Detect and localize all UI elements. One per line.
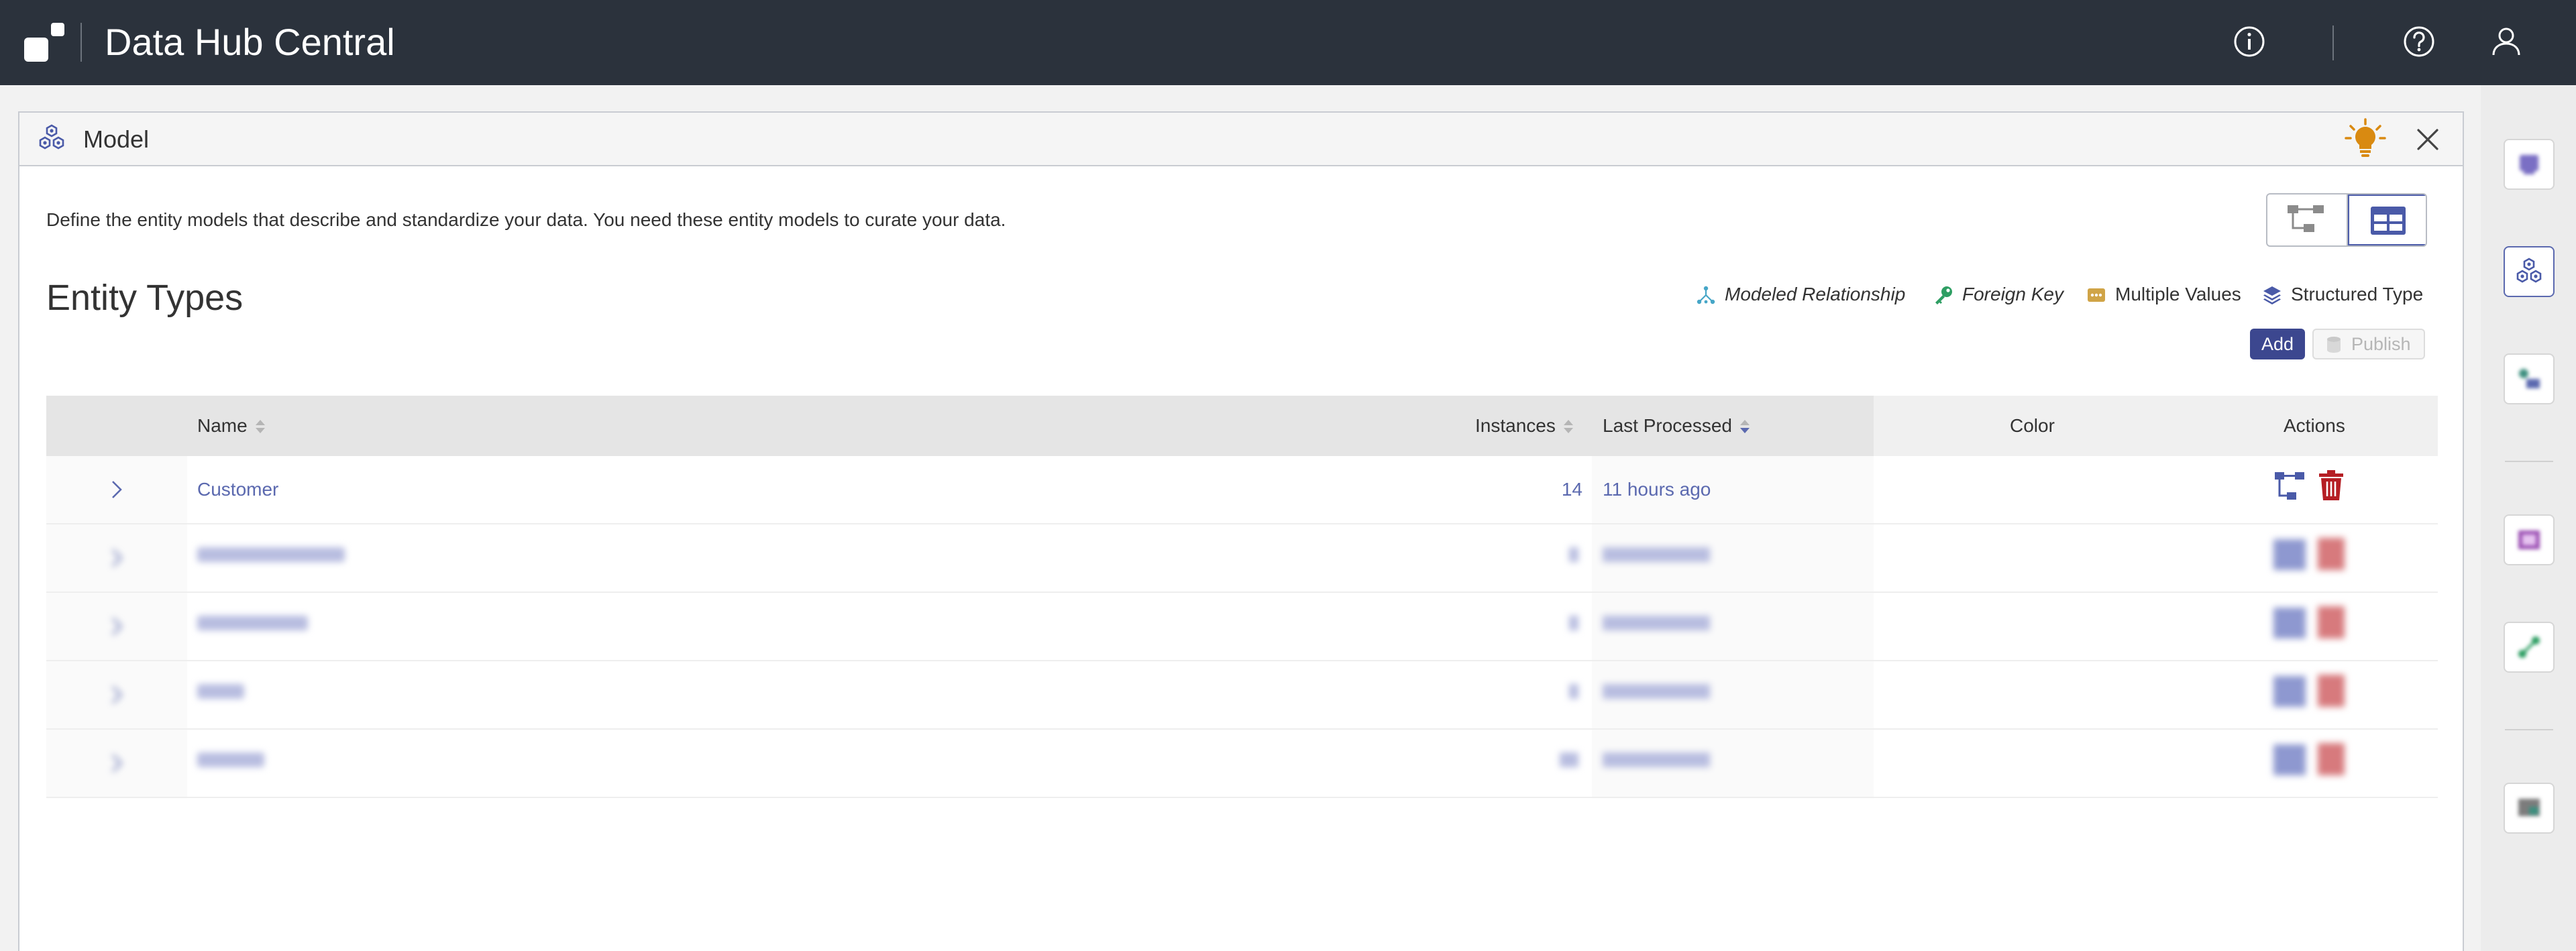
rail-item-model[interactable] <box>2504 246 2555 297</box>
graph-view-icon[interactable] <box>2273 471 2306 502</box>
add-button[interactable]: Add <box>2250 329 2305 359</box>
sort-icon[interactable] <box>255 419 265 435</box>
database-icon <box>2327 337 2341 353</box>
multiple-values-icon <box>2088 288 2105 302</box>
column-header-last-processed[interactable]: Last Processed <box>1603 396 1750 456</box>
column-header-name[interactable]: Name <box>197 396 265 456</box>
rail-item-run[interactable] <box>2504 622 2555 673</box>
nav-separator <box>2332 25 2334 60</box>
curate-icon <box>2518 530 2540 549</box>
table-header: Name Instances Last Processed Color Acti… <box>46 396 2438 456</box>
instances-count[interactable]: 14 <box>1482 479 1582 500</box>
instances-count[interactable] <box>1560 752 1578 767</box>
rail-item-monitor[interactable] <box>2504 783 2555 834</box>
rail-divider <box>2505 729 2553 730</box>
rail-item-load[interactable] <box>2504 353 2555 404</box>
lightbulb-icon[interactable] <box>2345 118 2386 160</box>
last-processed-link[interactable]: 11 hours ago <box>1603 479 1711 500</box>
trash-icon[interactable] <box>2318 743 2345 775</box>
legend-label: Modeled Relationship <box>1725 284 1906 304</box>
instances-count[interactable] <box>1569 616 1578 630</box>
graph-view-icon <box>2288 205 2324 232</box>
chevron-right-icon[interactable] <box>109 547 124 569</box>
entity-name-link[interactable] <box>197 547 345 562</box>
last-processed-link[interactable] <box>1603 752 1710 767</box>
rail-item-curate[interactable] <box>2504 514 2555 565</box>
key-icon <box>1935 286 1952 304</box>
sort-icon[interactable] <box>1563 419 1573 435</box>
legend-label: Foreign Key <box>1962 284 2063 304</box>
publish-label: Publish <box>2351 334 2411 354</box>
section-title: Entity Types <box>46 278 244 318</box>
last-processed-link[interactable] <box>1603 684 1710 699</box>
chevron-right-icon[interactable] <box>109 616 124 637</box>
last-processed-link[interactable] <box>1603 616 1710 630</box>
user-icon[interactable] <box>2489 24 2524 59</box>
model-icon <box>2516 258 2542 283</box>
table-row <box>46 593 2438 661</box>
column-header-instances[interactable]: Instances <box>1475 396 1573 456</box>
graph-view-icon[interactable] <box>2273 608 2306 638</box>
instances-count[interactable] <box>1569 547 1578 562</box>
graph-view-icon[interactable] <box>2273 539 2306 570</box>
app-logo[interactable] <box>24 23 64 62</box>
run-icon <box>2518 636 2540 658</box>
column-header-color: Color <box>2010 415 2055 436</box>
panel-title: Model <box>83 125 150 153</box>
publish-button[interactable]: Publish <box>2312 329 2425 359</box>
info-icon[interactable] <box>2232 24 2267 59</box>
graph-view-icon[interactable] <box>2273 744 2306 775</box>
table-row: Customer 14 11 hours ago <box>46 456 2438 524</box>
instances-count[interactable] <box>1569 684 1578 699</box>
help-icon[interactable] <box>2402 24 2436 59</box>
trash-icon[interactable] <box>2318 469 2345 502</box>
legend-label: Structured Type <box>2291 284 2424 304</box>
load-icon <box>2519 369 2540 388</box>
monitor-icon <box>2518 799 2540 816</box>
table-row <box>46 524 2438 593</box>
trash-icon[interactable] <box>2318 675 2345 707</box>
logo-divider <box>80 23 82 62</box>
chevron-right-icon[interactable] <box>109 479 124 500</box>
entity-name-link[interactable]: Customer <box>197 479 278 500</box>
table-row <box>46 730 2438 798</box>
panel-header: Model <box>19 113 2463 166</box>
entity-name-link[interactable] <box>197 752 264 767</box>
top-nav-bar: Data Hub Central <box>0 0 2576 85</box>
trash-icon[interactable] <box>2318 538 2345 570</box>
sort-icon[interactable] <box>1740 419 1750 435</box>
trash-icon[interactable] <box>2318 606 2345 638</box>
table-view-icon <box>2371 207 2406 235</box>
graph-view-button[interactable] <box>2267 194 2348 245</box>
view-toggle <box>2266 193 2427 247</box>
legend-label: Multiple Values <box>2115 284 2241 304</box>
layers-icon <box>2263 286 2281 304</box>
rail-item-explore[interactable] <box>2504 139 2555 190</box>
modeled-relationship-icon <box>1697 286 1715 304</box>
table-view-button[interactable] <box>2348 194 2426 245</box>
entity-name-link[interactable] <box>197 684 244 699</box>
table-row <box>46 661 2438 730</box>
chevron-right-icon[interactable] <box>109 684 124 706</box>
chevron-right-icon[interactable] <box>109 752 124 774</box>
entity-name-link[interactable] <box>197 616 308 630</box>
panel-description: Define the entity models that describe a… <box>46 209 1006 230</box>
graph-view-icon[interactable] <box>2273 676 2306 707</box>
model-panel: Model Define the entity models that desc… <box>18 111 2464 951</box>
close-icon[interactable] <box>2414 126 2441 153</box>
rail-divider <box>2505 461 2553 462</box>
column-header-actions: Actions <box>2284 415 2345 436</box>
app-title[interactable]: Data Hub Central <box>105 20 395 64</box>
explore-icon <box>2520 155 2538 174</box>
last-processed-link[interactable] <box>1603 547 1710 562</box>
model-icon <box>39 124 64 150</box>
tool-rail <box>2481 85 2576 951</box>
